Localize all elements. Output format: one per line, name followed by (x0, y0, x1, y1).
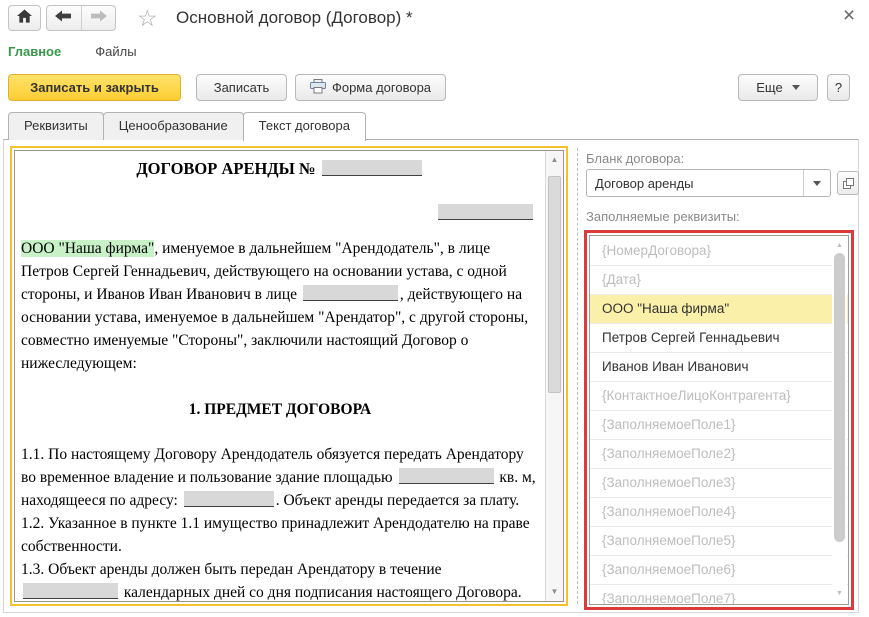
forward-button[interactable] (82, 6, 116, 30)
blank-field[interactable] (183, 491, 274, 507)
fillable-fields-list: {НомерДоговора} {Дата} ООО "Наша фирма" Пет… (590, 237, 848, 604)
combobox-dropdown-button[interactable] (803, 170, 830, 196)
fillable-field-row[interactable]: {ЗаполняемоеПоле5} (590, 527, 848, 556)
doc-text-segment: 1. ПРЕДМЕТ ДОГОВОРА (188, 401, 372, 418)
contract-window: ☆ Основной договор (Договор) * × Главное… (0, 0, 869, 617)
document-scrollbar[interactable]: ▲ ▼ (545, 151, 563, 601)
printer-icon (309, 78, 326, 97)
scrollbar-thumb[interactable] (834, 253, 845, 542)
document-inner: ДОГОВОР АРЕНДЫ № ООО "Наша фирма", имену… (14, 150, 564, 602)
chevron-down-icon (791, 85, 800, 90)
back-button[interactable] (47, 6, 82, 30)
fillable-field-row[interactable]: {ЗаполняемоеПоле6} (590, 556, 848, 585)
blank-field[interactable] (398, 468, 494, 484)
fillable-field-row[interactable]: {ЗаполняемоеПоле2} (590, 440, 848, 469)
blank-field[interactable] (23, 583, 118, 599)
tab-contract-text[interactable]: Текст договора (242, 112, 366, 141)
chevron-down-icon (813, 180, 821, 186)
fillable-field-row[interactable]: {Дата} (590, 266, 848, 295)
doc-block (21, 202, 539, 225)
doc-text-segment: . Объект аренды передается за плату. (275, 492, 520, 509)
open-in-window-icon (842, 177, 854, 189)
fillable-field-row[interactable]: {ЗаполняемоеПоле4} (590, 498, 848, 527)
doc-text-segment: ООО "Наша фирма" (21, 240, 155, 257)
blank-field[interactable] (302, 285, 398, 301)
doc-block: ДОГОВОР АРЕНДЫ № (21, 157, 539, 180)
fillable-field-row[interactable]: Петров Сергей Геннадьевич (590, 324, 848, 353)
blank-field[interactable] (438, 204, 533, 220)
contract-text-panel: ДОГОВОР АРЕНДЫ № ООО "Наша фирма", имену… (3, 139, 859, 613)
doc-block: 1. ПРЕДМЕТ ДОГОВОРА (21, 398, 539, 421)
fillable-field-row[interactable]: Иванов Иван Иванович (590, 353, 848, 382)
list-scrollbar[interactable]: ▲ ▼ (832, 237, 847, 603)
fillable-field-row[interactable]: {ЗаполняемоеПоле7} (590, 585, 848, 604)
scroll-down-icon[interactable]: ▼ (832, 589, 847, 599)
blank-field[interactable] (321, 160, 422, 176)
menu-item-main[interactable]: Главное (8, 44, 61, 59)
doc-block: 1.3. Объект аренды должен быть передан А… (21, 558, 539, 601)
menu-item-files[interactable]: Файлы (95, 44, 136, 59)
contract-template-combobox[interactable]: Договор аренды (586, 169, 831, 197)
scroll-up-icon[interactable]: ▲ (832, 241, 847, 251)
fillable-fields-listbox: {НомерДоговора} {Дата} ООО "Наша фирма" Пет… (589, 235, 849, 605)
toolbar: Записать и закрыть Записать Форма догово… (0, 74, 869, 102)
tab-strip: Реквизиты Ценообразование Текст договора (8, 112, 366, 141)
doc-text-segment: ДОГОВОР АРЕНДЫ № (136, 159, 320, 178)
doc-text-segment: 1.2. Указанное в пункте 1.1 имущество пр… (21, 515, 530, 555)
menu-bar: Главное Файлы (8, 38, 137, 64)
contract-text[interactable]: ДОГОВОР АРЕНДЫ № ООО "Наша фирма", имену… (15, 151, 545, 601)
help-button[interactable]: ? (827, 74, 850, 101)
home-icon (17, 8, 32, 28)
doc-block: 1.2. Указанное в пункте 1.1 имущество пр… (21, 512, 539, 558)
doc-text-segment: 1.3. Объект аренды должен быть передан А… (21, 561, 442, 578)
contract-document-editor[interactable]: ДОГОВОР АРЕНДЫ № ООО "Наша фирма", имену… (10, 146, 568, 606)
save-and-close-button[interactable]: Записать и закрыть (8, 74, 181, 101)
fillable-field-row[interactable]: {КонтактноеЛицоКонтрагента} (590, 382, 848, 411)
close-icon[interactable]: × (839, 4, 859, 28)
forward-arrow-icon (90, 9, 107, 27)
scroll-down-icon[interactable]: ▼ (546, 587, 563, 597)
save-button[interactable]: Записать (196, 74, 287, 101)
tab-requisites[interactable]: Реквизиты (8, 112, 104, 140)
fillable-fields-highlight-frame: {НомерДоговора} {Дата} ООО "Наша фирма" Пет… (584, 230, 854, 610)
more-button[interactable]: Еще (738, 74, 818, 101)
title-bar: ☆ Основной договор (Договор) * × (0, 0, 869, 36)
contract-form-label: Форма договора (331, 80, 432, 95)
doc-block: 1.1. По настоящему Договору Арендодатель… (21, 443, 539, 512)
fillable-field-row[interactable]: {ЗаполняемоеПоле3} (590, 469, 848, 498)
tab-pricing[interactable]: Ценообразование (102, 112, 244, 140)
fillable-field-row[interactable]: {ЗаполняемоеПоле1} (590, 411, 848, 440)
fillable-fields-label: Заполняемые реквизиты: (586, 209, 740, 224)
open-template-button[interactable] (837, 171, 859, 195)
scrollbar-thumb[interactable] (548, 176, 561, 393)
more-label: Еще (756, 80, 783, 95)
fillable-field-row[interactable]: {НомерДоговора} (590, 237, 848, 266)
contract-template-label: Бланк договора: (586, 151, 685, 166)
home-button[interactable] (8, 5, 41, 31)
favorite-star-icon[interactable]: ☆ (137, 4, 158, 32)
contract-template-value: Договор аренды (595, 175, 694, 191)
history-nav (46, 5, 116, 31)
panel-splitter[interactable] (577, 148, 578, 604)
back-arrow-icon (55, 9, 72, 27)
page-title: Основной договор (Договор) * (176, 8, 413, 27)
fillable-field-row[interactable]: ООО "Наша фирма" (590, 295, 848, 324)
scroll-up-icon[interactable]: ▲ (546, 155, 563, 165)
doc-block: ООО "Наша фирма", именуемое в дальнейшем… (21, 237, 539, 375)
contract-form-button[interactable]: Форма договора (295, 74, 446, 101)
